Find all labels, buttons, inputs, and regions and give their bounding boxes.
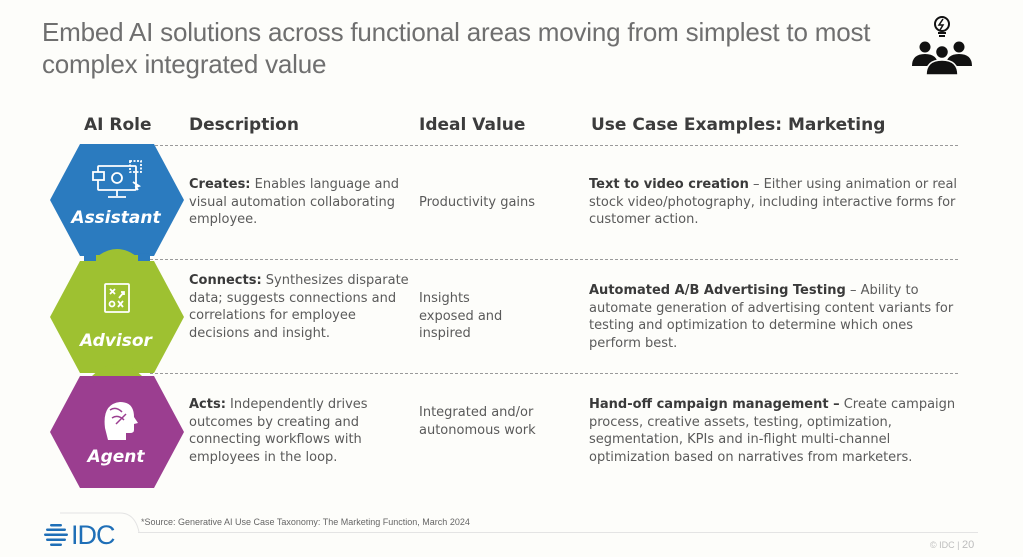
row-divider: [150, 145, 958, 146]
idc-logo-text: IDC: [71, 520, 115, 550]
table-row-advisor-value: Insights exposed and inspired: [419, 291, 503, 341]
table-row-agent-value: Integrated and/or autonomous work: [419, 405, 536, 438]
assistant-hexagon: [50, 144, 184, 256]
role-label-agent: Agent: [87, 447, 145, 467]
role-label-assistant: Assistant: [71, 208, 161, 228]
column-header-ai-role: AI Role: [84, 115, 152, 135]
column-header-use-case: Use Case Examples: Marketing: [591, 115, 886, 135]
table-row-advisor-use-case: Automated A/B Advertising Testing – Abil…: [589, 283, 954, 351]
table-row-agent-description: Acts: Independently drives outcomes by c…: [189, 397, 368, 465]
source-note: *Source: Generative AI Use Case Taxonomy…: [141, 517, 470, 527]
advisor-hexagon: [50, 261, 184, 373]
row-divider: [150, 259, 958, 260]
table-row-assistant-description: Creates: Enables language and visual aut…: [189, 177, 399, 227]
copyright: © IDC | 20: [930, 539, 975, 551]
table-row-assistant-use-case: Text to video creation – Either using an…: [589, 177, 958, 227]
team-lightbulb-icon: [912, 16, 972, 76]
row-divider: [150, 373, 958, 374]
idc-logo: IDC: [44, 521, 115, 549]
table-row-assistant-value: Productivity gains: [419, 195, 536, 210]
idc-globe-icon: [44, 524, 68, 546]
page-number: 20: [962, 539, 975, 551]
table-row-agent-use-case: Hand-off campaign management – Create ca…: [589, 397, 956, 465]
footer-divider: [138, 532, 978, 533]
ai-role-hexagons: Assistant Advisor Agent: [50, 142, 185, 502]
table-row-advisor-description: Connects: Synthesizes disparate data; su…: [189, 273, 409, 341]
role-label-advisor: Advisor: [80, 331, 152, 351]
column-header-description: Description: [189, 115, 299, 135]
column-header-ideal-value: Ideal Value: [419, 115, 526, 135]
slide-title: Embed AI solutions across functional are…: [42, 17, 871, 79]
